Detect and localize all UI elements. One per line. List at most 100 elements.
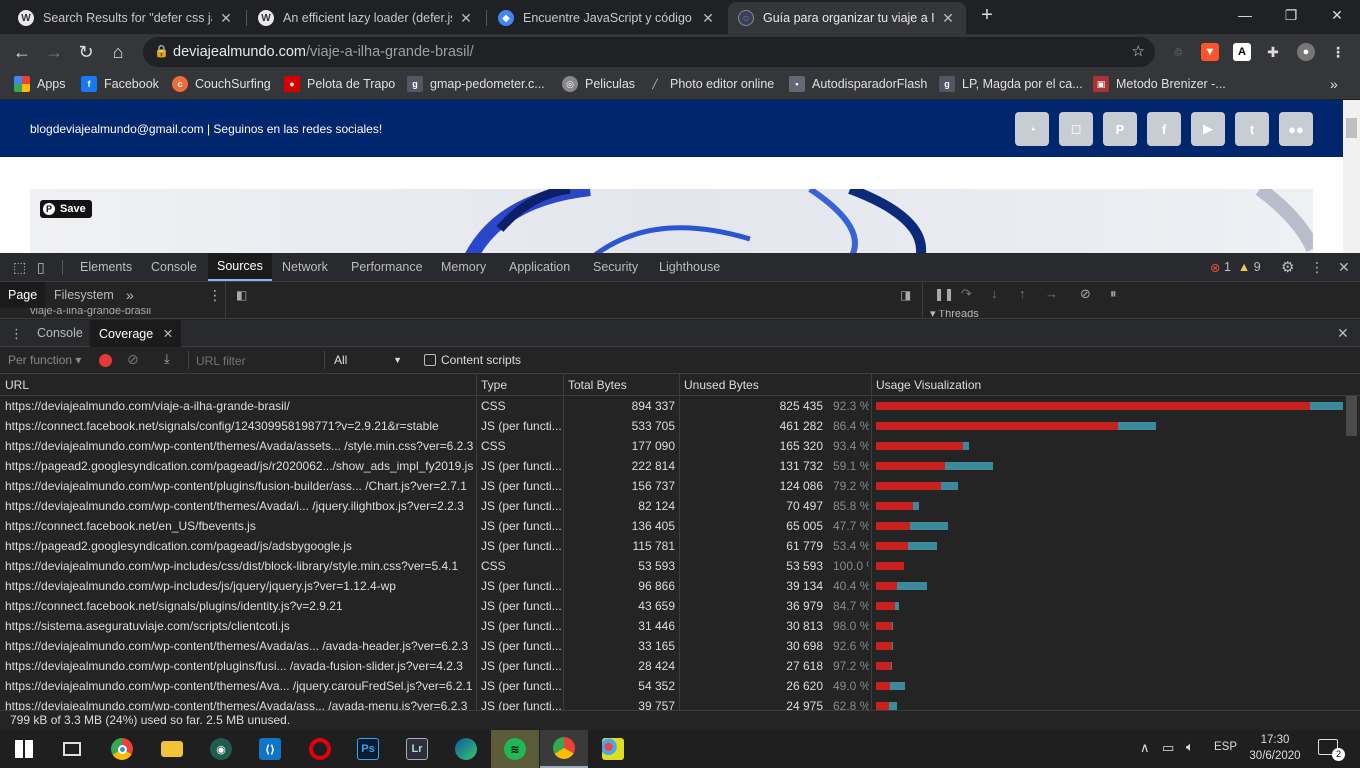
bookmark-pelota[interactable]: ● Pelota de Trapo	[284, 76, 395, 92]
export-download-icon[interactable]: ⤓	[164, 351, 170, 367]
close-icon[interactable]: ✕	[940, 10, 956, 27]
language-indicator[interactable]: ESP	[1214, 741, 1237, 753]
tab-performance[interactable]: Performance	[342, 253, 432, 281]
table-row[interactable]: https://connect.facebook.net/en_US/fbeve…	[0, 516, 1343, 536]
menu-kebab-icon[interactable]: ⋮	[1329, 43, 1347, 61]
deactivate-breakpoints-icon[interactable]: ⊘	[1080, 286, 1091, 302]
gitkraken-icon[interactable]: ◉	[197, 730, 245, 768]
extension-recycle-icon[interactable]: ♲	[1169, 43, 1187, 61]
drawer-menu-icon[interactable]: ⋮	[10, 326, 23, 342]
table-scrollbar[interactable]	[1343, 396, 1360, 710]
windows-start-icon[interactable]	[0, 730, 48, 768]
table-row[interactable]: https://sistema.aseguratuviaje.com/scrip…	[0, 616, 1343, 636]
show-hidden-icons-chevron[interactable]: ∧	[1140, 740, 1150, 756]
errors-counter[interactable]: ⊗ 1 ▲ 9	[1208, 253, 1263, 281]
table-row[interactable]: https://deviajealmundo.com/wp-content/th…	[0, 676, 1343, 696]
network-icon[interactable]: ▭	[1162, 740, 1174, 756]
device-toolbar-icon[interactable]: ▯	[28, 253, 54, 281]
threads-section[interactable]: ▾ Threads	[930, 310, 979, 319]
url-filter-input[interactable]	[196, 351, 322, 370]
table-row[interactable]: https://deviajealmundo.com/wp-content/th…	[0, 436, 1343, 456]
bookmark-brenizer[interactable]: ▣ Metodo Brenizer -...	[1093, 76, 1226, 92]
minimize-icon[interactable]: —	[1222, 0, 1268, 30]
close-icon[interactable]: ✕	[458, 10, 474, 27]
column-header-total-bytes[interactable]: Total Bytes	[563, 374, 679, 396]
flickr-icon[interactable]: ●●	[1279, 112, 1313, 146]
step-out-icon[interactable]: ↑	[1019, 286, 1026, 301]
browser-tab-active[interactable]: ◌ Guía para organizar tu viaje a Ilha Gr…	[728, 2, 966, 34]
table-row[interactable]: https://deviajealmundo.com/wp-content/th…	[0, 696, 1343, 710]
new-tab-button[interactable]: +	[972, 0, 1002, 30]
step-icon[interactable]: →	[1045, 286, 1058, 301]
content-scripts-checkbox[interactable]	[424, 354, 436, 366]
bookmark-apps[interactable]: Apps	[14, 76, 66, 92]
volume-icon[interactable]: 🔈︎	[1186, 739, 1194, 755]
coverage-mode-select[interactable]: Per function ▾	[8, 353, 81, 367]
reload-icon[interactable]: ↻	[72, 38, 100, 66]
address-bar[interactable]: 🔒 deviajealmundo.com/viaje-a-ilha-grande…	[143, 37, 1155, 67]
page-scrollbar[interactable]	[1343, 100, 1360, 253]
tab-elements[interactable]: Elements	[71, 253, 141, 281]
tab-sources[interactable]: Sources	[208, 253, 272, 281]
facebook-icon[interactable]: f	[1147, 112, 1181, 146]
opera-icon[interactable]	[296, 730, 344, 768]
task-view-icon[interactable]	[48, 730, 96, 768]
close-window-icon[interactable]: ✕	[1314, 0, 1360, 30]
table-row[interactable]: https://deviajealmundo.com/wp-includes/j…	[0, 576, 1343, 596]
back-icon[interactable]: ←	[8, 38, 36, 66]
step-over-icon[interactable]: ↷	[961, 286, 972, 302]
toggle-debugger-icon[interactable]: ◨	[900, 288, 911, 302]
tab-memory[interactable]: Memory	[432, 253, 495, 281]
edge-icon[interactable]	[442, 730, 490, 768]
close-drawer-icon[interactable]: ✕	[1337, 325, 1349, 342]
extensions-puzzle-icon[interactable]: ✚	[1264, 43, 1282, 61]
close-devtools-icon[interactable]: ✕	[1329, 253, 1359, 281]
pause-icon[interactable]: ❚❚	[934, 287, 954, 301]
translate-extension-icon[interactable]: A	[1233, 43, 1251, 61]
sources-tab-filesystem[interactable]: Filesystem	[46, 282, 122, 308]
clear-icon[interactable]: ⊘	[127, 351, 139, 368]
chrome-active-icon[interactable]	[540, 730, 588, 768]
table-row[interactable]: https://deviajealmundo.com/wp-content/th…	[0, 496, 1343, 516]
record-icon[interactable]	[99, 354, 112, 367]
table-row[interactable]: https://deviajealmundo.com/wp-content/pl…	[0, 476, 1343, 496]
home-icon[interactable]: ⌂	[104, 38, 132, 66]
brave-shield-icon[interactable]: ▼	[1201, 43, 1219, 61]
tab-lighthouse[interactable]: Lighthouse	[650, 253, 729, 281]
bookmark-star-icon[interactable]: ☆	[1132, 42, 1145, 60]
bookmark-autodisparador[interactable]: ▪ AutodisparadorFlash	[789, 76, 927, 92]
notifications-icon[interactable]: 2	[1318, 739, 1345, 761]
settings-gear-icon[interactable]: ⚙	[1272, 253, 1303, 281]
pinterest-save-button[interactable]: P Save	[40, 200, 92, 218]
bookmarks-overflow-icon[interactable]: »	[1330, 76, 1338, 92]
pause-on-exceptions-icon[interactable]: ⏸	[1110, 286, 1117, 302]
twitter-icon[interactable]: t	[1235, 112, 1269, 146]
pinterest-icon[interactable]: P	[1103, 112, 1137, 146]
sources-tree-item[interactable]: viaje-a-ilha-grande-brasil	[30, 308, 220, 318]
toggle-navigator-icon[interactable]: ◧	[236, 288, 247, 302]
table-row[interactable]: https://deviajealmundo.com/viaje-a-ilha-…	[0, 396, 1346, 416]
table-row[interactable]: https://pagead2.googlesyndication.com/pa…	[0, 536, 1343, 556]
browser-tab[interactable]: ◆ Encuentre JavaScript y código CSS ✕	[488, 2, 726, 34]
browser-tab[interactable]: W An efficient lazy loader (defer.js) ✕	[248, 2, 484, 34]
tab-security[interactable]: Security	[584, 253, 647, 281]
spotify-icon[interactable]: ≋	[491, 730, 539, 768]
bookmark-couchsurfing[interactable]: c CouchSurfing	[172, 76, 271, 92]
bookmark-lp-magda[interactable]: g LP, Magda por el ca...	[939, 76, 1083, 92]
table-row[interactable]: https://pagead2.googlesyndication.com/pa…	[0, 456, 1343, 476]
forward-icon[interactable]: →	[40, 38, 68, 66]
chrome-icon[interactable]	[98, 730, 146, 768]
photoshop-icon[interactable]: Ps	[344, 730, 392, 768]
tab-network[interactable]: Network	[273, 253, 337, 281]
table-row[interactable]: https://deviajealmundo.com/wp-content/th…	[0, 636, 1343, 656]
bookmark-facebook[interactable]: f Facebook	[81, 76, 159, 92]
file-explorer-icon[interactable]	[148, 730, 196, 768]
rss-icon[interactable]: ◔	[1015, 112, 1049, 146]
profile-avatar[interactable]: ●	[1297, 43, 1315, 61]
column-header-usage-visualization[interactable]: Usage Visualization	[871, 374, 1360, 396]
table-row[interactable]: https://connect.facebook.net/signals/con…	[0, 416, 1343, 436]
column-header-url[interactable]: URL	[0, 374, 476, 396]
more-tabs-chevron-icon[interactable]: »	[118, 282, 142, 308]
drawer-tab-coverage[interactable]: Coverage ✕	[90, 320, 182, 347]
close-icon[interactable]: ✕	[218, 10, 234, 27]
